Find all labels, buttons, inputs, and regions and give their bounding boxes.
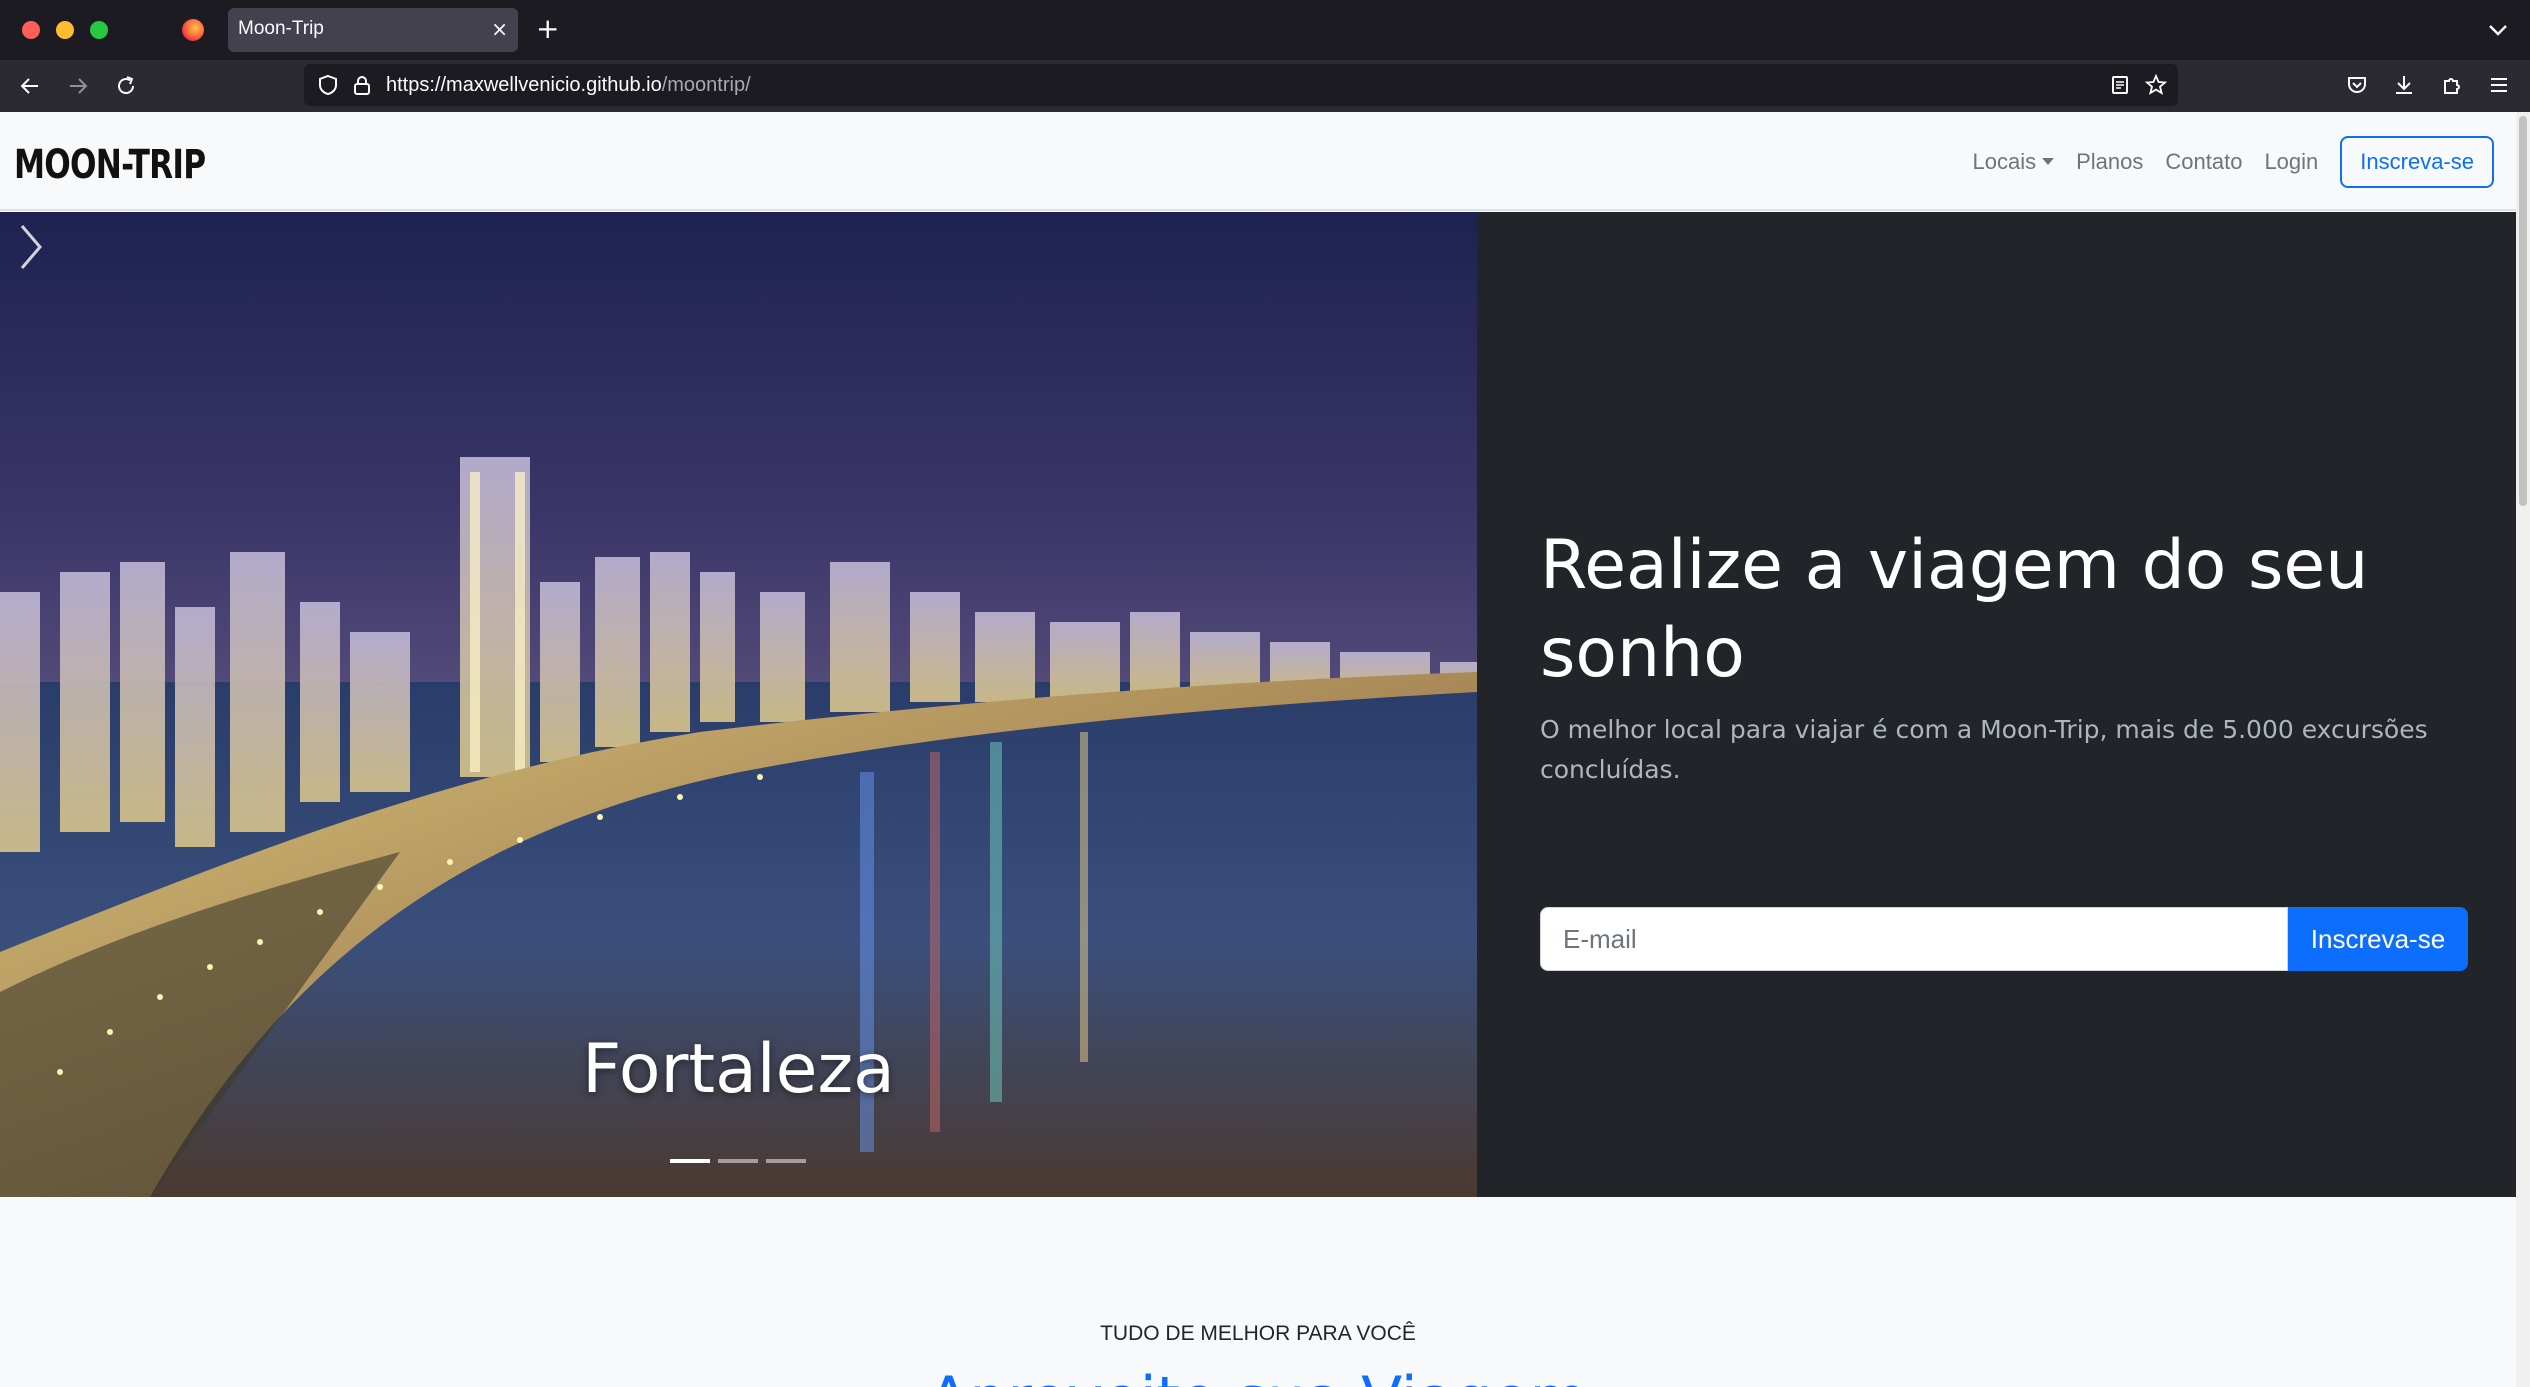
close-window-button[interactable] (22, 21, 40, 39)
downloads-button[interactable] (2389, 70, 2419, 100)
nav-contato-link[interactable]: Contato (2165, 149, 2242, 175)
chevron-down-icon[interactable] (2484, 16, 2512, 44)
puzzle-icon (2444, 78, 2460, 94)
header-signup-button[interactable]: Inscreva-se (2340, 135, 2494, 188)
site-header: MOON-TRIP Locais Planos Contato Login In… (0, 112, 2516, 211)
carousel-next-icon[interactable] (0, 212, 60, 282)
brand-logo[interactable]: MOON-TRIP (14, 142, 206, 188)
url-path: /moontrip/ (661, 74, 751, 96)
forward-button[interactable] (62, 70, 94, 102)
section-eyebrow: TUDO DE MELHOR PARA VOCÊ (1100, 1322, 1416, 1345)
main-nav: Locais Planos Contato Login Inscreva-se (1973, 112, 2517, 211)
section-title: Aproveite sua Viagem (0, 1364, 2516, 1387)
arrow-right-icon (70, 78, 88, 94)
url-bar[interactable]: https://maxwellvenicio.github.io/moontri… (304, 64, 2178, 106)
back-button[interactable] (14, 70, 46, 102)
hero-subtitle: O melhor local para viajar é com a Moon-… (1540, 715, 2428, 784)
firefox-icon[interactable] (182, 19, 204, 41)
extensions-button[interactable] (2437, 70, 2467, 100)
bookmark-star-icon[interactable] (2144, 73, 2168, 97)
scrollbar-thumb[interactable] (2519, 116, 2527, 506)
url-host: https://maxwellvenicio.github.io (386, 74, 662, 96)
browser-tab[interactable]: Moon-Trip × (228, 8, 518, 52)
web-page: MOON-TRIP Locais Planos Contato Login In… (0, 112, 2516, 1387)
browser-toolbar: https://maxwellvenicio.github.io/moontri… (0, 60, 2530, 112)
email-input[interactable]: E-mail (1540, 907, 2288, 971)
app-menu-button[interactable] (2484, 70, 2514, 100)
tab-close-icon[interactable]: × (491, 15, 508, 43)
hero-text: Realize a viagem do seu sonho O melhor l… (1540, 522, 2470, 790)
tab-title: Moon-Trip (238, 18, 324, 39)
carousel-indicator[interactable] (766, 1159, 806, 1163)
shield-icon[interactable] (316, 73, 340, 97)
hamburger-menu-icon (2491, 78, 2507, 92)
reload-button[interactable] (110, 70, 142, 102)
carousel-indicator[interactable] (670, 1159, 710, 1163)
hero-section: Fortaleza Realize a viagem do seu sonho … (0, 212, 2516, 1197)
nav-planos-link[interactable]: Planos (2076, 149, 2143, 175)
nav-login-link[interactable]: Login (2264, 149, 2318, 175)
hero-title: Realize a viagem do seu sonho (1540, 526, 2369, 693)
maximize-window-button[interactable] (90, 21, 108, 39)
arrow-left-icon (20, 78, 38, 94)
pocket-button[interactable] (2342, 70, 2372, 100)
carousel-indicators (670, 1159, 806, 1163)
caret-down-icon (2042, 158, 2055, 165)
download-icon (2396, 76, 2412, 94)
city-carousel: Fortaleza (0, 212, 1477, 1197)
signup-form: E-mail Inscreva-se (1540, 907, 2468, 971)
hero-signup-button[interactable]: Inscreva-se (2288, 907, 2468, 971)
new-tab-button[interactable]: + (536, 12, 559, 46)
lock-icon[interactable] (350, 73, 374, 97)
page-scrollbar[interactable] (2516, 112, 2530, 1387)
nav-locais-label: Locais (1972, 148, 2037, 174)
url-text[interactable]: https://maxwellvenicio.github.io/moontri… (386, 74, 751, 97)
reader-view-icon[interactable] (2108, 73, 2132, 97)
carousel-caption: Fortaleza (582, 1030, 895, 1109)
nav-locais-dropdown[interactable]: Locais (1973, 149, 2055, 175)
browser-tab-bar: Moon-Trip × + (0, 0, 2530, 60)
minimize-window-button[interactable] (56, 21, 74, 39)
pocket-icon (2348, 77, 2366, 93)
reload-icon (118, 76, 135, 95)
carousel-indicator[interactable] (718, 1159, 758, 1163)
